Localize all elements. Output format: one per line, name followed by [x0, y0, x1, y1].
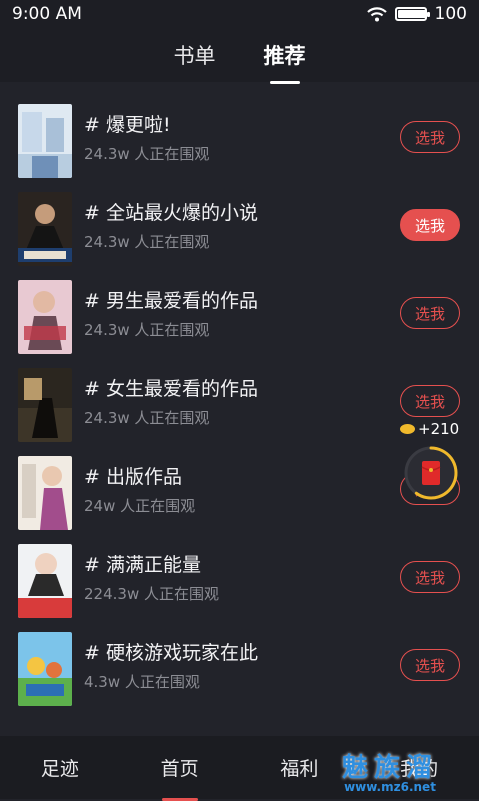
nav-welfare[interactable]: 福利 — [249, 754, 349, 781]
tab-recommend[interactable]: 推荐 — [260, 34, 310, 84]
select-button[interactable]: 选我 — [400, 385, 460, 417]
reward-widget: +210 — [400, 420, 466, 500]
list-item-viewers: 24.3w 人正在围观 — [84, 233, 210, 251]
list-item-title: # 男生最爱看的作品 — [84, 290, 258, 312]
tab-booklist[interactable]: 书单 — [170, 34, 220, 76]
list-item-viewers: 4.3w 人正在围观 — [84, 673, 200, 691]
list-item[interactable]: # 全站最火爆的小说 24.3w 人正在围观 选我 — [0, 184, 479, 272]
nav-footprint[interactable]: 足迹 — [10, 754, 110, 781]
list-item-title: # 硬核游戏玩家在此 — [84, 642, 258, 664]
list-item-viewers: 24.3w 人正在围观 — [84, 321, 210, 339]
site-watermark: 魅族溜 www.mz6.net — [342, 755, 438, 793]
list-item[interactable]: # 满满正能量 224.3w 人正在围观 选我 — [0, 536, 479, 624]
list-item-viewers: 24w 人正在围观 — [84, 497, 196, 515]
battery-percent: 100 — [434, 4, 467, 24]
status-indicators: 100 — [366, 4, 467, 24]
coin-reward-text: +210 — [418, 420, 460, 438]
battery-icon — [394, 7, 430, 21]
list-item-viewers: 24.3w 人正在围观 — [84, 409, 210, 427]
top-tabs: 书单 推荐 — [0, 28, 479, 84]
list-item-title: # 出版作品 — [84, 466, 182, 488]
select-button[interactable]: 选我 — [400, 121, 460, 153]
book-cover-image — [18, 456, 72, 530]
list-item-title: # 女生最爱看的作品 — [84, 378, 258, 400]
wifi-icon — [366, 7, 387, 22]
battery-fill — [397, 10, 426, 18]
status-time: 9:00 AM — [12, 4, 82, 24]
nav-home[interactable]: 首页 — [130, 754, 230, 801]
list-item-title: # 全站最火爆的小说 — [84, 202, 258, 224]
watermark-brand: 魅族溜 — [342, 753, 439, 783]
book-cover-image — [18, 632, 72, 706]
book-cover-image — [18, 280, 72, 354]
list-item[interactable]: # 爆更啦! 24.3w 人正在围观 选我 — [0, 96, 479, 184]
red-envelope-icon[interactable] — [402, 444, 460, 502]
select-button[interactable]: 选我 — [400, 649, 460, 681]
watermark-url: www.mz6.net — [344, 780, 436, 794]
book-cover-image — [18, 544, 72, 618]
list-item[interactable]: # 硬核游戏玩家在此 4.3w 人正在围观 选我 — [0, 624, 479, 712]
recommend-list: # 爆更啦! 24.3w 人正在围观 选我 # 全站最火爆的小说 24.3w 人… — [0, 96, 479, 712]
status-bar: 9:00 AM 100 — [0, 0, 479, 28]
book-cover-image — [18, 104, 72, 178]
coin-reward: +210 — [400, 420, 459, 438]
book-cover-image — [18, 368, 72, 442]
list-item-viewers: 24.3w 人正在围观 — [84, 145, 210, 163]
select-button[interactable]: 选我 — [400, 561, 460, 593]
list-item-title: # 满满正能量 — [84, 554, 201, 576]
select-button[interactable]: 选我 — [400, 297, 460, 329]
book-cover-image — [18, 192, 72, 266]
list-item-title: # 爆更啦! — [84, 114, 171, 136]
list-item[interactable]: # 男生最爱看的作品 24.3w 人正在围观 选我 — [0, 272, 479, 360]
list-item-viewers: 224.3w 人正在围观 — [84, 585, 219, 603]
coin-icon — [400, 424, 415, 434]
select-button[interactable]: 选我 — [400, 209, 460, 241]
